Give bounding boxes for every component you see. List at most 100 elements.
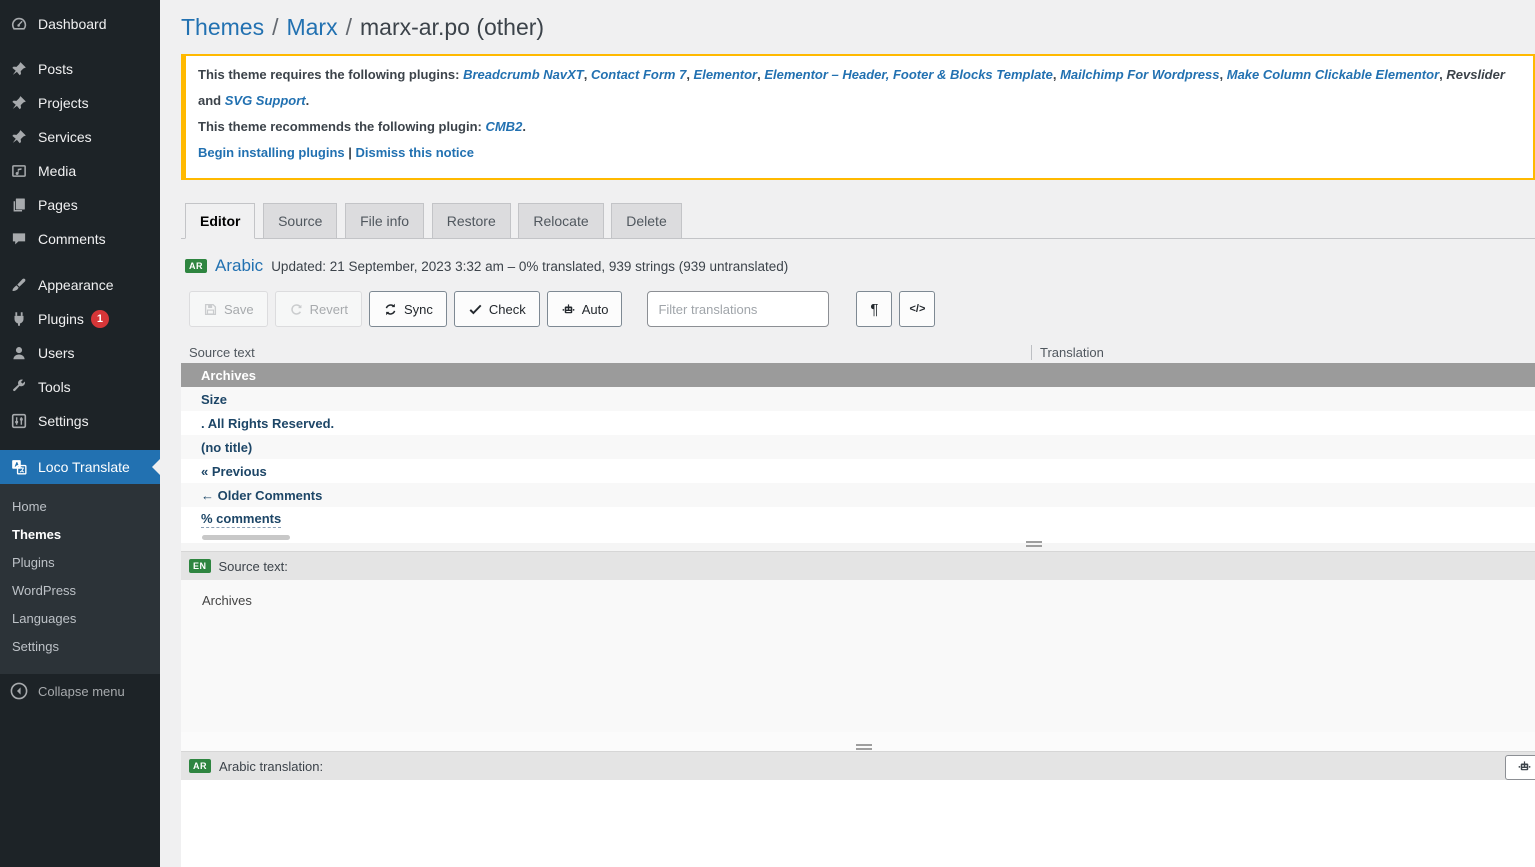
tab-relocate[interactable]: Relocate <box>518 203 603 239</box>
menu-separator <box>0 438 160 450</box>
breadcrumb-link-bundle[interactable]: Marx <box>286 14 337 40</box>
splitter-grip[interactable] <box>1026 541 1042 547</box>
plugin-link[interactable]: Contact Form 7 <box>591 67 686 82</box>
sidebar-item-pages[interactable]: Pages <box>0 188 160 222</box>
sidebar-item-services[interactable]: Services <box>0 120 160 154</box>
update-count-badge: 1 <box>91 310 109 328</box>
notice-text: This theme recommends the following plug… <box>198 119 485 134</box>
sidebar-item-tools[interactable]: Tools <box>0 370 160 404</box>
plugin-link[interactable]: SVG Support <box>225 93 306 108</box>
sidebar-item-posts[interactable]: Posts <box>0 52 160 86</box>
sidebar-item-settings[interactable]: Settings <box>0 404 160 438</box>
code-view-button[interactable]: </> <box>899 291 935 327</box>
column-source-text[interactable]: Source text <box>181 345 1031 360</box>
table-row[interactable]: Archives <box>181 363 1535 387</box>
list-header: Source text Translation <box>181 341 1535 363</box>
submenu-item-label: Settings <box>12 639 59 654</box>
submenu-item-plugins[interactable]: Plugins <box>0 548 160 576</box>
save-button[interactable]: Save <box>189 291 268 327</box>
translation-panel-header: AR Arabic translation: <box>181 751 1535 780</box>
tab-delete[interactable]: Delete <box>611 203 681 239</box>
source-text-value: Archives <box>202 593 252 608</box>
source-string: Size <box>201 392 227 407</box>
sidebar-item-plugins[interactable]: Plugins 1 <box>0 302 160 336</box>
collapse-menu-button[interactable]: Collapse menu <box>0 674 160 708</box>
plugin-name-plain: Revslider <box>1446 67 1505 82</box>
appearance-icon <box>9 275 29 295</box>
notice-text: This theme requires the following plugin… <box>198 67 463 82</box>
table-row[interactable]: (no title) <box>181 435 1535 459</box>
sync-button[interactable]: Sync <box>369 291 447 327</box>
check-button[interactable]: Check <box>454 291 540 327</box>
sidebar-item-loco-translate[interactable]: Loco Translate <box>0 450 160 484</box>
plugin-link[interactable]: CMB2 <box>485 119 522 134</box>
language-link[interactable]: Arabic <box>215 256 263 276</box>
sidebar-item-appearance[interactable]: Appearance <box>0 268 160 302</box>
sidebar-item-users[interactable]: Users <box>0 336 160 370</box>
translation-text-area[interactable] <box>181 780 1535 867</box>
auto-button-label: Auto <box>582 302 609 317</box>
plugin-link[interactable]: Make Column Clickable Elementor <box>1227 67 1439 82</box>
begin-installing-plugins-link[interactable]: Begin installing plugins <box>198 145 345 160</box>
table-row[interactable]: . All Rights Reserved. <box>181 411 1535 435</box>
submenu-item-themes[interactable]: Themes <box>0 520 160 548</box>
sidebar-item-media[interactable]: Media <box>0 154 160 188</box>
dashboard-icon <box>9 14 29 34</box>
language-header: AR Arabic Updated: 21 September, 2023 3:… <box>181 256 1535 276</box>
sidebar-item-label: Loco Translate <box>38 459 130 475</box>
tab-editor[interactable]: Editor <box>185 203 255 239</box>
tab-source[interactable]: Source <box>263 203 337 239</box>
source-string: . All Rights Reserved. <box>201 416 334 431</box>
sidebar-item-label: Plugins <box>38 311 84 327</box>
tab-restore[interactable]: Restore <box>432 203 511 239</box>
table-row[interactable]: % comments <box>181 507 1535 531</box>
sidebar-item-label: Projects <box>38 95 89 111</box>
plugin-link[interactable]: Breadcrumb NavXT <box>463 67 584 82</box>
plugin-link[interactable]: Mailchimp For Wordpress <box>1060 67 1219 82</box>
source-string: ← Older Comments <box>201 488 322 503</box>
notice-text: and <box>198 93 225 108</box>
table-row[interactable]: ← Older Comments <box>181 483 1535 507</box>
robot-icon <box>561 302 576 317</box>
locale-badge-ar: AR <box>185 259 207 273</box>
breadcrumb-link-themes[interactable]: Themes <box>181 14 264 40</box>
sidebar-item-label: Appearance <box>38 277 114 293</box>
string-list-pane: Source text Translation Archives Size . … <box>181 341 1535 543</box>
collapse-menu-label: Collapse menu <box>38 684 125 699</box>
plugin-link[interactable]: Elementor – Header, Footer & Blocks Temp… <box>764 67 1053 82</box>
sidebar-item-projects[interactable]: Projects <box>0 86 160 120</box>
revert-button[interactable]: Revert <box>275 291 362 327</box>
file-tabs: Editor Source File info Restore Relocate… <box>181 203 1535 239</box>
scrollbar-thumb[interactable] <box>202 535 290 540</box>
check-button-label: Check <box>489 302 526 317</box>
table-row[interactable]: Size <box>181 387 1535 411</box>
invisibles-toggle-button[interactable]: ¶ <box>856 291 892 327</box>
submenu-item-label: Home <box>12 499 47 514</box>
submenu-item-home[interactable]: Home <box>0 492 160 520</box>
sidebar-item-label: Media <box>38 163 76 179</box>
plugin-link[interactable]: Elementor <box>694 67 758 82</box>
splitter-grip[interactable] <box>856 744 872 750</box>
admin-menu: Dashboard Posts Projects Services Media <box>0 0 160 484</box>
filter-translations-input[interactable] <box>647 291 829 327</box>
sidebar-item-comments[interactable]: Comments <box>0 222 160 256</box>
source-text-area[interactable]: Archives <box>181 580 1535 732</box>
pilcrow-icon: ¶ <box>870 301 878 318</box>
auto-translate-field-button[interactable] <box>1505 755 1535 780</box>
pane-splitter <box>181 543 1535 551</box>
submenu-item-languages[interactable]: Languages <box>0 604 160 632</box>
pin-icon <box>9 59 29 79</box>
main-content: Themes/Marx/marx-ar.po (other) This them… <box>160 0 1535 867</box>
auto-translate-button[interactable]: Auto <box>547 291 623 327</box>
save-button-label: Save <box>224 302 254 317</box>
tab-file-info[interactable]: File info <box>345 203 424 239</box>
wordpress-admin: Dashboard Posts Projects Services Media <box>0 0 1535 867</box>
breadcrumb-current: marx-ar.po (other) <box>360 14 544 40</box>
dismiss-notice-link[interactable]: Dismiss this notice <box>356 145 474 160</box>
submenu-item-wordpress[interactable]: WordPress <box>0 576 160 604</box>
table-row[interactable]: « Previous <box>181 459 1535 483</box>
submenu-item-settings[interactable]: Settings <box>0 632 160 660</box>
sidebar-item-dashboard[interactable]: Dashboard <box>0 7 160 41</box>
column-translation[interactable]: Translation <box>1031 345 1535 360</box>
editor-toolbar: Save Revert Sync Check Auto ¶ </> <box>181 291 1535 327</box>
